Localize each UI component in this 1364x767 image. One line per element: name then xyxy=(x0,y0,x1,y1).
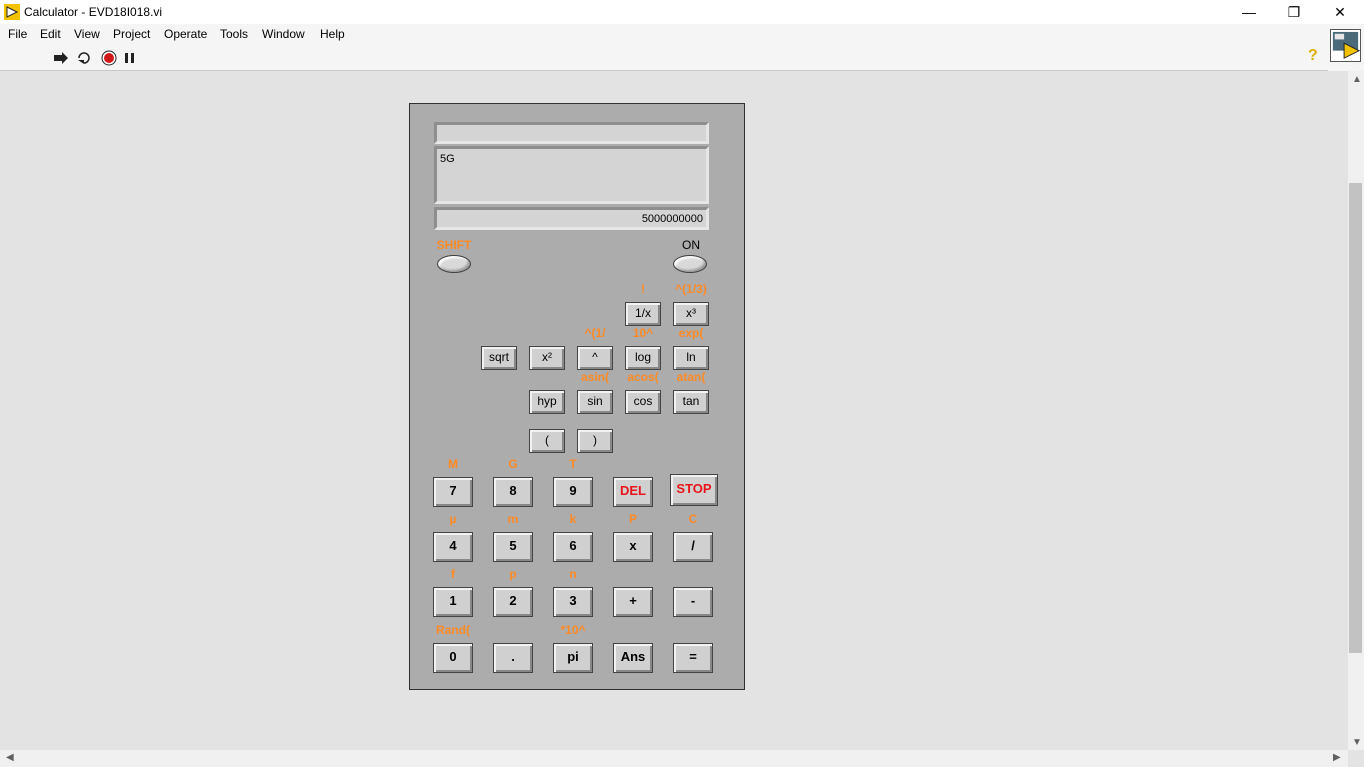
shift-label-digit-2: p xyxy=(509,567,517,581)
shift-label-digit-5: m xyxy=(507,512,519,526)
divide-button[interactable]: / xyxy=(673,532,713,562)
on-button[interactable] xyxy=(673,255,707,273)
horizontal-scrollbar[interactable] xyxy=(0,750,1348,767)
close-button[interactable]: ✕ xyxy=(1317,0,1363,24)
ans-button[interactable]: Ans xyxy=(613,643,653,673)
pause-icon[interactable] xyxy=(122,50,138,66)
abort-icon[interactable] xyxy=(101,50,117,66)
reciprocal-button[interactable]: 1/x xyxy=(625,302,661,326)
shift-label-power: ^(1/ xyxy=(584,326,606,340)
ln-button[interactable]: ln xyxy=(673,346,709,370)
scroll-up-icon[interactable]: ▲ xyxy=(1352,74,1362,85)
shift-label: SHIFT xyxy=(436,238,472,252)
menu-help[interactable]: Help xyxy=(320,27,345,41)
menu-window[interactable]: Window xyxy=(262,27,305,41)
shift-button[interactable] xyxy=(437,255,471,273)
shift-label-digit-9: T xyxy=(569,457,577,471)
equals-button[interactable]: = xyxy=(673,643,713,673)
menu-view[interactable]: View xyxy=(74,27,100,41)
history-display xyxy=(434,122,709,144)
decimal-button[interactable]: . xyxy=(493,643,533,673)
vi-icon[interactable] xyxy=(1330,29,1361,62)
log-button[interactable]: log xyxy=(625,346,661,370)
result-display: 5000000000 xyxy=(434,207,709,230)
shift-label-tan: atan( xyxy=(676,370,706,384)
cube-button[interactable]: x³ xyxy=(673,302,709,326)
sin-button[interactable]: sin xyxy=(577,390,613,414)
on-label: ON xyxy=(682,238,700,252)
menu-tools[interactable]: Tools xyxy=(220,27,248,41)
minus-button[interactable]: - xyxy=(673,587,713,617)
shift-label-digit-0: Rand( xyxy=(436,623,470,637)
minimize-button[interactable]: — xyxy=(1226,0,1272,24)
shift-label-cube: ^(1/3) xyxy=(675,282,707,296)
shift-label-ln: exp( xyxy=(678,326,704,340)
shift-label-digit-3: n xyxy=(569,567,577,581)
sqrt-button[interactable]: sqrt xyxy=(481,346,517,370)
help-icon[interactable]: ? xyxy=(1308,47,1318,65)
del-button[interactable]: DEL xyxy=(613,477,653,507)
menu-project[interactable]: Project xyxy=(113,27,150,41)
shift-label-log: 10^ xyxy=(632,326,654,340)
shift-label-digit-8: G xyxy=(508,457,518,471)
window-title: Calculator - EVD18I018.vi xyxy=(24,5,163,19)
shift-label-divide: C xyxy=(688,512,698,526)
plus-button[interactable]: + xyxy=(613,587,653,617)
power-button[interactable]: ^ xyxy=(577,346,613,370)
digit-6-button[interactable]: 6 xyxy=(553,532,593,562)
restore-button[interactable]: ❐ xyxy=(1271,0,1317,24)
square-button[interactable]: x² xyxy=(529,346,565,370)
menu-bar: File Edit View Project Operate Tools Win… xyxy=(0,24,1328,44)
shift-label-digit-7: M xyxy=(448,457,458,471)
toolbar: ? xyxy=(0,44,1328,71)
scroll-left-icon[interactable]: ◀ xyxy=(6,752,14,763)
shift-label-cos: acos( xyxy=(627,370,659,384)
scroll-down-icon[interactable]: ▼ xyxy=(1352,737,1362,748)
title-bar: Calculator - EVD18I018.vi — ❐ ✕ xyxy=(0,0,1364,24)
hyp-button[interactable]: hyp xyxy=(529,390,565,414)
menu-operate[interactable]: Operate xyxy=(164,27,207,41)
menu-file[interactable]: File xyxy=(8,27,27,41)
open-paren-button[interactable]: ( xyxy=(529,429,565,453)
digit-9-button[interactable]: 9 xyxy=(553,477,593,507)
digit-7-button[interactable]: 7 xyxy=(433,477,473,507)
close-paren-button[interactable]: ) xyxy=(577,429,613,453)
run-arrow-icon[interactable] xyxy=(53,50,69,66)
labview-app-icon xyxy=(4,4,20,20)
shift-label-digit-1: f xyxy=(451,567,455,581)
pi-button[interactable]: pi xyxy=(553,643,593,673)
cos-button[interactable]: cos xyxy=(625,390,661,414)
digit-2-button[interactable]: 2 xyxy=(493,587,533,617)
expression-display[interactable]: 5G xyxy=(434,146,709,204)
shift-label-digit-6: k xyxy=(569,512,577,526)
shift-label-reciprocal: ! xyxy=(641,282,645,296)
digit-8-button[interactable]: 8 xyxy=(493,477,533,507)
scroll-right-icon[interactable]: ▶ xyxy=(1333,752,1341,763)
shift-label-sin: asin( xyxy=(580,370,609,384)
shift-label-multiply: P xyxy=(628,512,637,526)
stop-button[interactable]: STOP xyxy=(670,474,718,506)
menu-edit[interactable]: Edit xyxy=(40,27,61,41)
calculator-panel: 5G 5000000000 SHIFT ON ! 1/x ^(1/3) x³ sqrt x… xyxy=(409,103,745,690)
digit-1-button[interactable]: 1 xyxy=(433,587,473,617)
vertical-scrollbar-thumb[interactable] xyxy=(1349,183,1362,653)
digit-4-button[interactable]: 4 xyxy=(433,532,473,562)
tan-button[interactable]: tan xyxy=(673,390,709,414)
shift-label-digit-4: µ xyxy=(449,512,457,526)
multiply-button[interactable]: x xyxy=(613,532,653,562)
shift-label-pi: *10^ xyxy=(560,623,586,637)
digit-0-button[interactable]: 0 xyxy=(433,643,473,673)
digit-5-button[interactable]: 5 xyxy=(493,532,533,562)
run-continuously-icon[interactable] xyxy=(76,50,92,66)
digit-3-button[interactable]: 3 xyxy=(553,587,593,617)
